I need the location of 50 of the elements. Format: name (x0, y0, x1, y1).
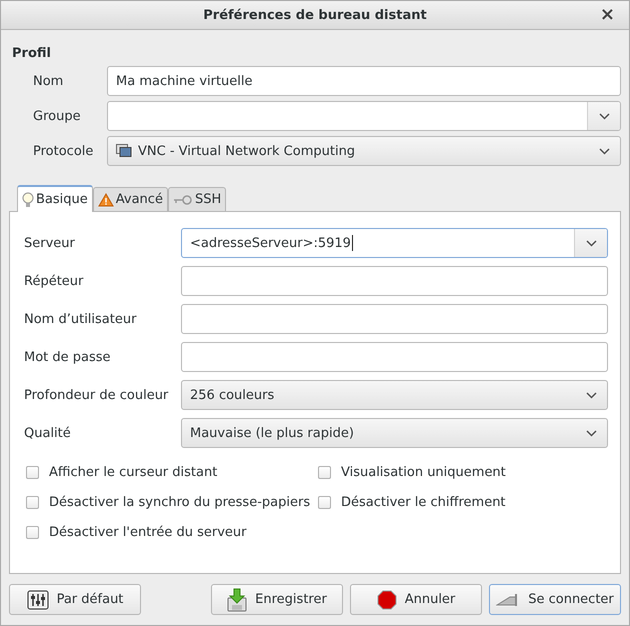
checkbox[interactable] (318, 466, 331, 479)
save-download-icon (227, 588, 248, 612)
stop-icon (376, 590, 397, 610)
monitor-icon (116, 144, 132, 158)
dialog-button[interactable]: Enregistrer (211, 584, 343, 615)
field-label: Qualité (24, 426, 72, 440)
field-label: Répéteur (24, 274, 84, 288)
checkbox[interactable] (26, 466, 39, 479)
combo-field[interactable]: <adresseServeur>:5919 (181, 228, 608, 258)
checkbox-label: Visualisation uniquement (341, 465, 506, 480)
checkbox[interactable] (318, 496, 331, 509)
dropdown[interactable]: VNC - Virtual Network Computing (107, 136, 621, 166)
input-field[interactable] (181, 266, 608, 296)
warning-icon (98, 192, 114, 206)
combo-field[interactable] (107, 101, 621, 131)
dropdown-caret-icon (586, 392, 596, 398)
input-field[interactable] (181, 342, 608, 372)
field-label: Serveur (24, 236, 76, 250)
checkbox-label: Afficher le curseur distant (49, 465, 218, 480)
checkbox-label: Désactiver la synchro du presse-papiers (49, 495, 310, 510)
sliders-icon (26, 590, 49, 610)
dropdown[interactable]: Mauvaise (le plus rapide) (181, 418, 608, 448)
field-label: Mot de passe (24, 350, 112, 364)
tab[interactable]: SSH (168, 187, 226, 211)
dropdown-caret-icon (586, 430, 596, 436)
light-bulb-icon (22, 192, 34, 208)
close-button[interactable]: × (598, 4, 617, 25)
dropdown-caret-icon (598, 112, 610, 120)
window-title: Préférences de bureau distant (203, 8, 427, 22)
dropdown-caret-icon (586, 240, 596, 246)
tab[interactable]: Avancé (92, 187, 168, 211)
dialog-button[interactable]: Annuler (350, 584, 482, 615)
field-label: Protocole (33, 144, 94, 158)
dialog-button[interactable]: Se connecter (489, 584, 621, 615)
section-heading: Profil (12, 46, 52, 61)
dropdown-caret-icon (598, 148, 610, 154)
key-icon (172, 194, 193, 204)
input-field[interactable] (181, 304, 608, 334)
input-field[interactable]: Ma machine virtuelle (107, 66, 621, 96)
field-label: Nom d’utilisateur (24, 312, 138, 326)
dropdown[interactable]: 256 couleurs (181, 380, 608, 410)
checkbox-label: Désactiver l'entrée du serveur (49, 525, 246, 540)
dialog-button[interactable]: Par défaut (9, 584, 141, 615)
tab[interactable]: Basique (17, 185, 93, 212)
field-label: Groupe (33, 108, 82, 124)
field-label: Profondeur de couleur (24, 388, 170, 402)
checkbox-label: Désactiver le chiffrement (341, 495, 506, 510)
field-label: Nom (33, 74, 64, 88)
checkbox[interactable] (26, 496, 39, 509)
checkbox[interactable] (26, 526, 39, 539)
